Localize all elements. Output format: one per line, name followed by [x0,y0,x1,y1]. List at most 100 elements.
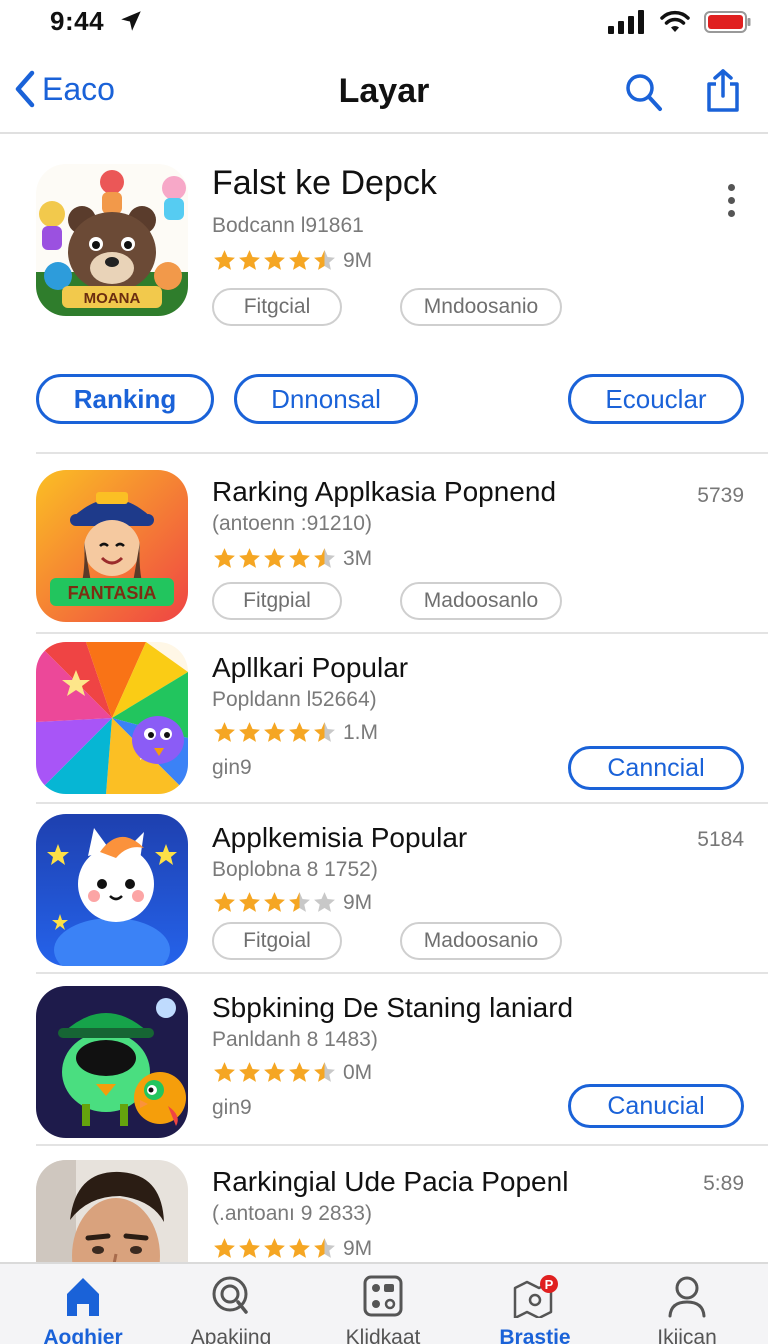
wifi-icon [660,10,690,32]
filter-row: Ranking Dnnonsal Ecouclar [0,374,768,426]
rating-count: 9M [343,1236,373,1260]
rating-count: 9M [343,248,373,272]
app-title: Apllkari Popular [212,652,409,683]
stars [212,1236,337,1261]
star-icon [314,1062,335,1082]
navigation-bar: Eaco Layar [0,56,768,134]
star-icon [289,892,310,912]
map-icon: P [513,1275,558,1318]
app-subtitle: Boplobna 8 1752) [212,858,378,881]
list-item[interactable]: Apllkari Popular Popldann l52664) 1.M gi… [0,634,768,804]
star-icon [239,1062,260,1082]
list-item[interactable]: Applkemisia Popular 5184 Boplobna 8 1752… [0,804,768,974]
tab-bar: Aoghier Apakiing Klidkaat P Brastie Ikii… [0,1262,768,1344]
star-icon [264,250,285,270]
rating-count: 0M [343,1060,373,1084]
stars [212,546,337,571]
cellular-signal-icon [608,10,644,34]
cancel-button[interactable]: Canncial [568,746,744,790]
moana-bear-icon: MOANA [36,164,188,316]
star-icon [239,892,260,912]
star-icon [314,722,335,742]
search-icon [212,1276,248,1314]
tab-apps[interactable]: Klidkaat [306,1264,460,1344]
svg-text:P: P [545,1277,554,1292]
tab-profile[interactable]: Ikiican [610,1264,764,1344]
rating-count: 1.M [343,720,379,744]
tab-label: Ikiican [657,1326,717,1344]
app-title: Rarkingial Ude Pacia Popenl [212,1166,569,1197]
more-options-icon[interactable] [728,184,735,217]
star-icon [289,548,310,568]
svg-text:MOANA: MOANA [84,290,141,307]
status-icons [608,10,752,34]
category-chip[interactable]: Fitgcial [212,288,342,326]
star-icon [289,722,310,742]
search-icon[interactable] [624,72,664,114]
featured-app-card[interactable]: MOANA Falst ke Depck Bodcann l91861 9M F… [0,160,768,340]
star-icon [289,250,310,270]
colorful-burst-icon [36,642,188,794]
star-icon [314,892,335,912]
tab-map[interactable]: P Brastie [458,1264,612,1344]
app-title: Applkemisia Popular [212,822,468,853]
stars [212,720,337,745]
app-title: Rarking Applkasia Popnend [212,476,557,507]
star-rating: 9M [212,890,372,915]
star-icon [314,250,335,270]
status-time: 9:44 [50,6,105,36]
featured-app-subtitle: Bodcann l91861 [212,214,364,237]
list-item[interactable]: FANTASIA Rarking Applkasia Popnend 5739 … [0,454,768,624]
location-arrow-icon [121,11,141,31]
category-chip[interactable]: Mndoosanio [400,288,562,326]
share-icon[interactable] [704,68,742,114]
tab-label: Aoghier [43,1326,123,1344]
apps-icon [363,1275,403,1317]
filter-ranking-button[interactable]: Ranking [36,374,214,424]
featured-app-title: Falst ke Depck [212,164,437,202]
rating-count: 3M [343,546,373,570]
app-rank: 5184 [697,828,744,851]
category-chip[interactable]: Madoosanlo [400,582,562,620]
tab-label: Apakiing [190,1326,272,1344]
category-chip[interactable]: Fitgpial [212,582,342,620]
star-icon [239,250,260,270]
app-rank: 5:89 [703,1172,744,1195]
person-icon [668,1276,706,1318]
stars [212,1060,337,1085]
star-icon [214,722,235,742]
status-bar: 9:44 [0,0,768,48]
fantasia-character-icon: FANTASIA [36,470,188,622]
battery-icon [704,11,751,33]
rating-count: 9M [343,890,373,914]
app-title: Sbpkining De Staning laniard [212,992,574,1023]
cancel-button[interactable]: Canucial [568,1084,744,1128]
star-icon [264,1062,285,1082]
star-icon [239,1238,260,1258]
app-subtitle: Popldann l52664) [212,688,377,711]
star-rating: 9M [212,248,372,273]
star-icon [264,548,285,568]
app-rank: 5739 [697,484,744,507]
tab-label: Brastie [499,1326,571,1344]
tab-home[interactable]: Aoghier [6,1264,160,1344]
home-icon [67,1278,99,1316]
category-chip[interactable]: Fitgoial [212,922,342,960]
cute-cat-icon [36,814,188,966]
list-item[interactable]: Sbpkining De Staning laniard Panldanh 8 … [0,974,768,1144]
star-rating: 3M [212,546,372,571]
stars [212,890,337,915]
svg-text:FANTASIA: FANTASIA [68,583,157,603]
stars [212,248,337,273]
star-icon [264,722,285,742]
category-chip[interactable]: Madoosanio [400,922,562,960]
green-bird-icon [36,986,188,1138]
app-note: gin9 [212,756,252,779]
star-rating: 9M [212,1236,372,1261]
star-icon [314,548,335,568]
filter-second-button[interactable]: Dnnonsal [234,374,418,424]
star-icon [264,1238,285,1258]
tab-search[interactable]: Apakiing [154,1264,308,1344]
app-subtitle: Panldanh 8 1483) [212,1028,378,1051]
filter-third-button[interactable]: Ecouclar [568,374,744,424]
